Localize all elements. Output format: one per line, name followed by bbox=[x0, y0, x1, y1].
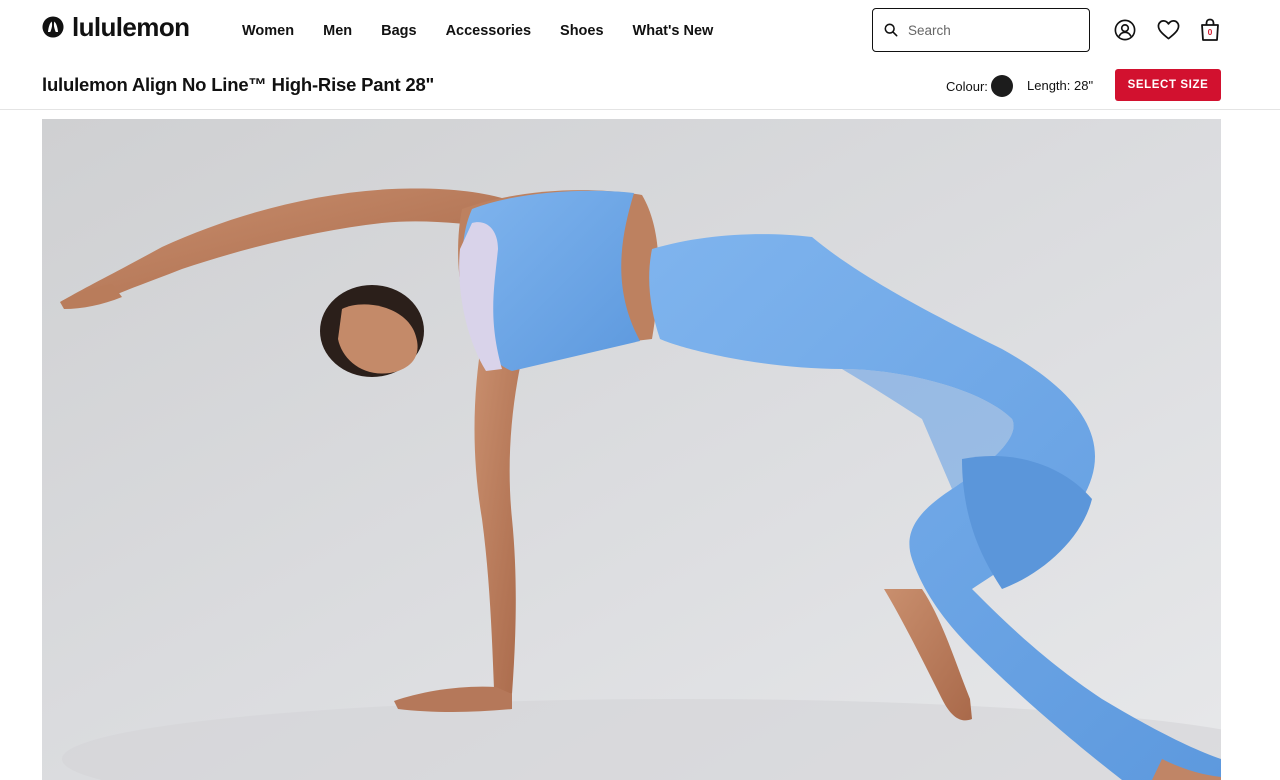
nav-link-men[interactable]: Men bbox=[323, 21, 352, 41]
colour-label: Colour: bbox=[946, 78, 988, 94]
nav-link-accessories[interactable]: Accessories bbox=[446, 21, 531, 41]
wishlist-button[interactable] bbox=[1156, 18, 1180, 42]
colour-swatch[interactable] bbox=[990, 75, 1013, 97]
model-wearing-pant-image bbox=[42, 119, 1221, 780]
brand-name: lululemon bbox=[72, 12, 190, 42]
brand-logo-link[interactable]: lululemon bbox=[42, 12, 190, 42]
lululemon-logo-icon bbox=[42, 16, 64, 38]
product-title: lululemon Align No Line™ High-Rise Pant … bbox=[42, 74, 435, 95]
account-icon bbox=[1114, 19, 1136, 41]
heart-icon bbox=[1157, 20, 1179, 40]
search-box[interactable] bbox=[872, 8, 1090, 52]
search-input[interactable] bbox=[908, 22, 1078, 38]
select-size-button[interactable]: SELECT SIZE bbox=[1115, 69, 1221, 101]
top-navigation: lululemon Women Men Bags Accessories Sho… bbox=[0, 0, 1280, 62]
colour-selector[interactable]: Colour: bbox=[946, 75, 1013, 97]
shopping-bag-button[interactable]: 0 bbox=[1198, 18, 1222, 42]
nav-link-bags[interactable]: Bags bbox=[381, 21, 416, 41]
product-hero-image[interactable] bbox=[42, 119, 1221, 780]
main-nav: Women Men Bags Accessories Shoes What's … bbox=[242, 21, 713, 41]
length-label[interactable]: Length: 28" bbox=[1027, 78, 1093, 93]
account-button[interactable] bbox=[1113, 18, 1137, 42]
bag-count-badge: 0 bbox=[1207, 27, 1213, 37]
nav-link-shoes[interactable]: Shoes bbox=[560, 21, 604, 41]
sticky-product-bar: lululemon Align No Line™ High-Rise Pant … bbox=[0, 62, 1280, 110]
search-icon bbox=[884, 23, 898, 37]
nav-link-women[interactable]: Women bbox=[242, 21, 294, 41]
nav-link-whats-new[interactable]: What's New bbox=[633, 21, 714, 41]
